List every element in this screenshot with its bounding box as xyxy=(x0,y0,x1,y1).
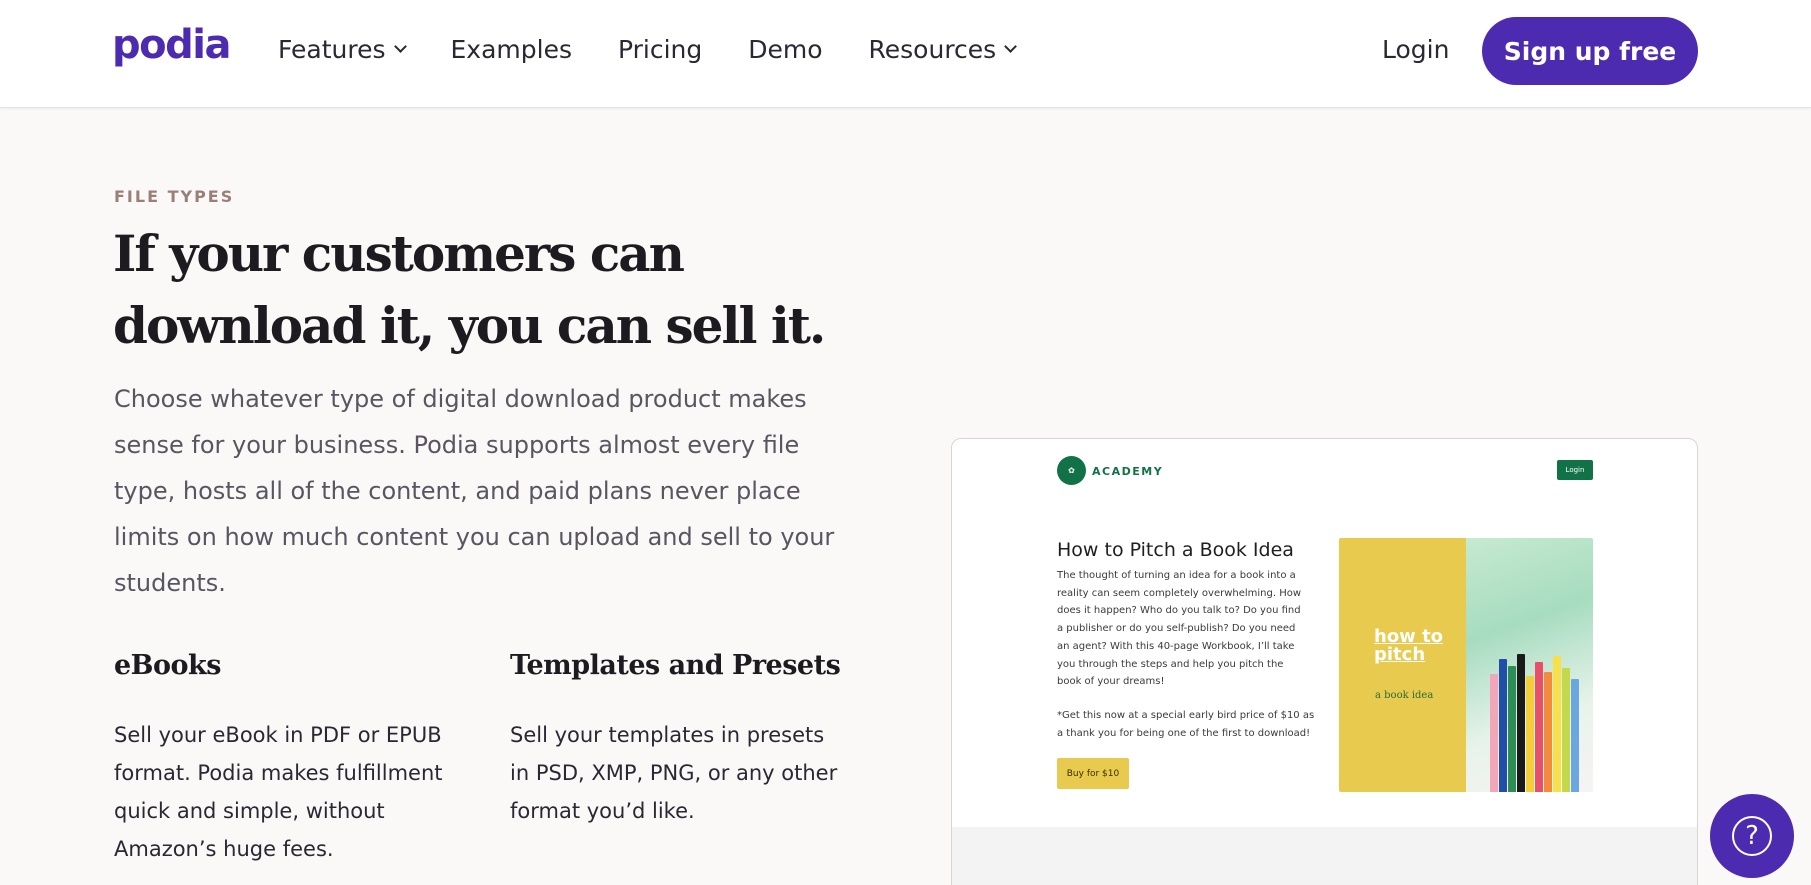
main-nav: Features Examples Pricing Demo Resources xyxy=(278,35,1061,64)
podia-logo[interactable]: podia xyxy=(112,22,231,68)
product-preview-card: ✿ ACADEMY Login How to Pitch a Book Idea… xyxy=(951,438,1698,885)
nav-pricing[interactable]: Pricing xyxy=(618,35,702,64)
cover-title: how to pitch xyxy=(1374,626,1444,665)
preview-footer-area xyxy=(952,827,1697,885)
nav-pricing-label: Pricing xyxy=(617,35,703,64)
help-button[interactable]: ? xyxy=(1710,794,1794,878)
feature-title-templates: Templates and Presets xyxy=(510,650,841,681)
product-note: *Get this now at a special early bird pr… xyxy=(1057,710,1315,739)
chevron-down-icon xyxy=(393,40,407,53)
feature-text-ebooks: Sell your eBook in PDF or EPUB format. P… xyxy=(114,723,443,861)
book-spines xyxy=(1488,634,1588,792)
nav-demo[interactable]: Demo xyxy=(748,35,822,64)
feature-text-templates: Sell your templates in presets in PSD, X… xyxy=(510,723,838,823)
bookshelf-photo xyxy=(1466,538,1593,792)
preview-login-button[interactable]: Login xyxy=(1557,460,1593,480)
book-cover-image: how to pitch a book idea xyxy=(1339,538,1593,792)
nav-features-label: Features xyxy=(278,35,386,64)
page-title: If your customers can download it, you c… xyxy=(113,224,826,355)
nav-demo-label: Demo xyxy=(748,35,823,64)
nav-examples-label: Examples xyxy=(450,35,572,64)
academy-logo-icon: ✿ xyxy=(1057,456,1086,485)
academy-brand: ACADEMY xyxy=(1092,465,1164,478)
nav-resources[interactable]: Resources xyxy=(868,35,1018,64)
login-link[interactable]: Login xyxy=(1382,35,1449,64)
section-eyebrow: FILE TYPES xyxy=(114,187,235,206)
product-title: How to Pitch a Book Idea xyxy=(1057,539,1294,561)
nav-features[interactable]: Features xyxy=(278,35,407,64)
feature-title-ebooks: eBooks xyxy=(114,650,221,681)
signup-button[interactable]: Sign up free xyxy=(1482,17,1698,85)
cover-panel: how to pitch a book idea xyxy=(1339,538,1466,792)
nav-examples[interactable]: Examples xyxy=(451,35,572,64)
nav-resources-label: Resources xyxy=(868,35,997,64)
chevron-down-icon xyxy=(1004,40,1018,53)
buy-button[interactable]: Buy for $10 xyxy=(1057,758,1129,789)
lead-paragraph: Choose whatever type of digital download… xyxy=(114,385,835,597)
site-header: podia Features Examples Pricing Demo Res… xyxy=(0,0,1811,108)
product-description: The thought of turning an idea for a boo… xyxy=(1057,570,1302,688)
cover-subtitle: a book idea xyxy=(1375,690,1434,701)
question-mark-icon: ? xyxy=(1732,816,1772,856)
